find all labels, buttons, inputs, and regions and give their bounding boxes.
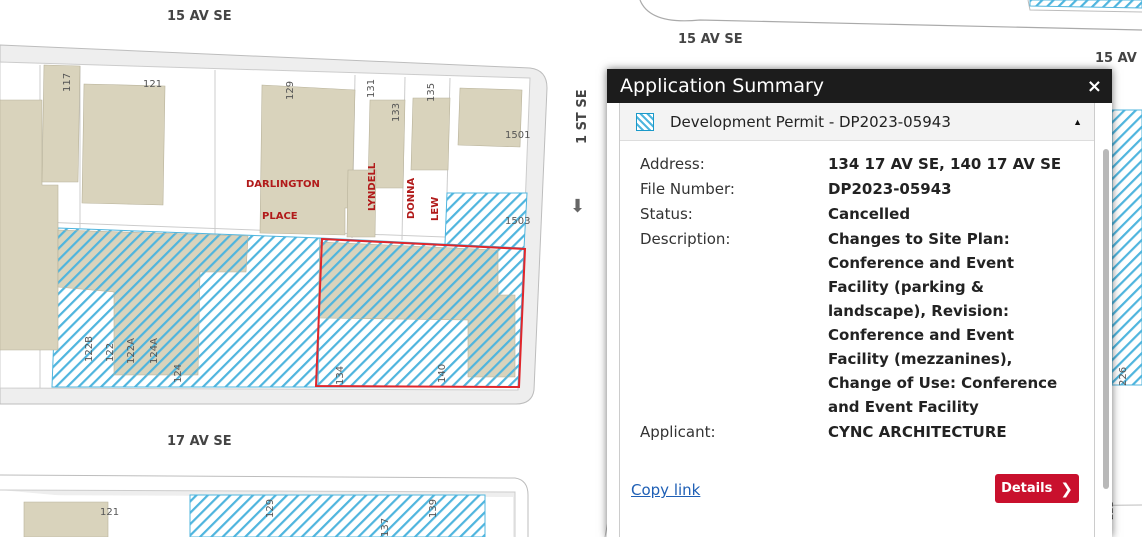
detail-label: Applicant: (640, 423, 716, 441)
street-label-15-av-se-mid: 15 AV SE (678, 32, 743, 47)
street-label-17-av-se: 17 AV SE (167, 434, 232, 449)
lot-number: 117 (62, 73, 73, 92)
detail-value: 134 17 AV SE, 140 17 AV SE (828, 155, 1062, 173)
details-button[interactable]: Details ❯ (995, 474, 1079, 503)
detail-row-description: Description: Changes to Site Plan: Confe… (640, 227, 1078, 420)
detail-value: DP2023-05943 (828, 180, 952, 198)
detail-label: Description: (640, 230, 731, 248)
lot-number: 140 (437, 364, 448, 383)
lot-number: 135 (426, 83, 437, 102)
lot-number: 129 (285, 81, 296, 100)
detail-row-applicant: Applicant: CYNC ARCHITECTURE (640, 420, 1078, 445)
detail-row-file-number: File Number: DP2023-05943 (640, 177, 1078, 202)
lot-number: 121 (100, 507, 119, 518)
lot-number: 139 (428, 499, 439, 518)
permit-details-table: Address: 134 17 AV SE, 140 17 AV SE File… (640, 152, 1078, 445)
place-label-place: PLACE (262, 211, 298, 222)
place-label-lyndell: LYNDELL (367, 162, 378, 211)
lot-number: 133 (391, 103, 402, 122)
lot-number: 122 (105, 343, 116, 362)
place-label-darlington: DARLINGTON (246, 179, 320, 190)
close-icon[interactable]: × (1087, 76, 1102, 97)
place-label-donna: DONNA (406, 177, 417, 219)
detail-value: CYNC ARCHITECTURE (828, 423, 1007, 441)
lot-number: 226 (1118, 367, 1129, 386)
scrollbar-thumb[interactable] (1103, 149, 1109, 489)
application-summary-popup: Application Summary × Development Permit… (607, 69, 1112, 537)
detail-value: Cancelled (828, 205, 911, 223)
down-arrow-icon: ⬇ (570, 196, 586, 216)
street-label-15-av-se-right: 15 AV SE (1095, 51, 1142, 66)
popup-header: Application Summary × (607, 69, 1112, 103)
street-label-15-av-se-left: 15 AV SE (167, 9, 232, 24)
lot-number: 134 (335, 366, 346, 385)
permit-legend-swatch-icon (636, 112, 654, 131)
lot-number: 122B (84, 336, 95, 362)
lot-number: 129 (265, 499, 276, 518)
lot-number: 124 (173, 364, 184, 383)
popup-body: Development Permit - DP2023-05943 ▲ Addr… (619, 103, 1095, 537)
detail-value: Changes to Site Plan: Conference and Eve… (828, 230, 1058, 416)
detail-row-address: Address: 134 17 AV SE, 140 17 AV SE (640, 152, 1078, 177)
lot-number: 137 (380, 518, 391, 537)
permit-section-title: Development Permit - DP2023-05943 (670, 112, 951, 131)
copy-link[interactable]: Copy link (631, 481, 700, 499)
detail-row-status: Status: Cancelled (640, 202, 1078, 227)
chevron-right-icon: ❯ (1060, 479, 1073, 498)
popup-scrollbar[interactable] (1102, 113, 1110, 533)
detail-label: Status: (640, 205, 693, 223)
popup-title: Application Summary (620, 75, 825, 97)
collapse-arrow-icon[interactable]: ▲ (1073, 117, 1082, 127)
detail-label: File Number: (640, 180, 735, 198)
permit-section-header[interactable]: Development Permit - DP2023-05943 ▲ (620, 103, 1094, 141)
detail-label: Address: (640, 155, 705, 173)
lot-number: 131 (366, 79, 377, 98)
details-button-label: Details (1001, 481, 1053, 496)
lot-number: 124A (149, 338, 160, 364)
place-label-lew: LEW (430, 197, 441, 221)
street-label-1-st-se: 1 ST SE (575, 89, 590, 144)
lot-number: 1501 (505, 130, 530, 141)
lot-number: 121 (143, 79, 162, 90)
lot-number: 122A (126, 338, 137, 364)
lot-number: 1503 (505, 216, 530, 227)
